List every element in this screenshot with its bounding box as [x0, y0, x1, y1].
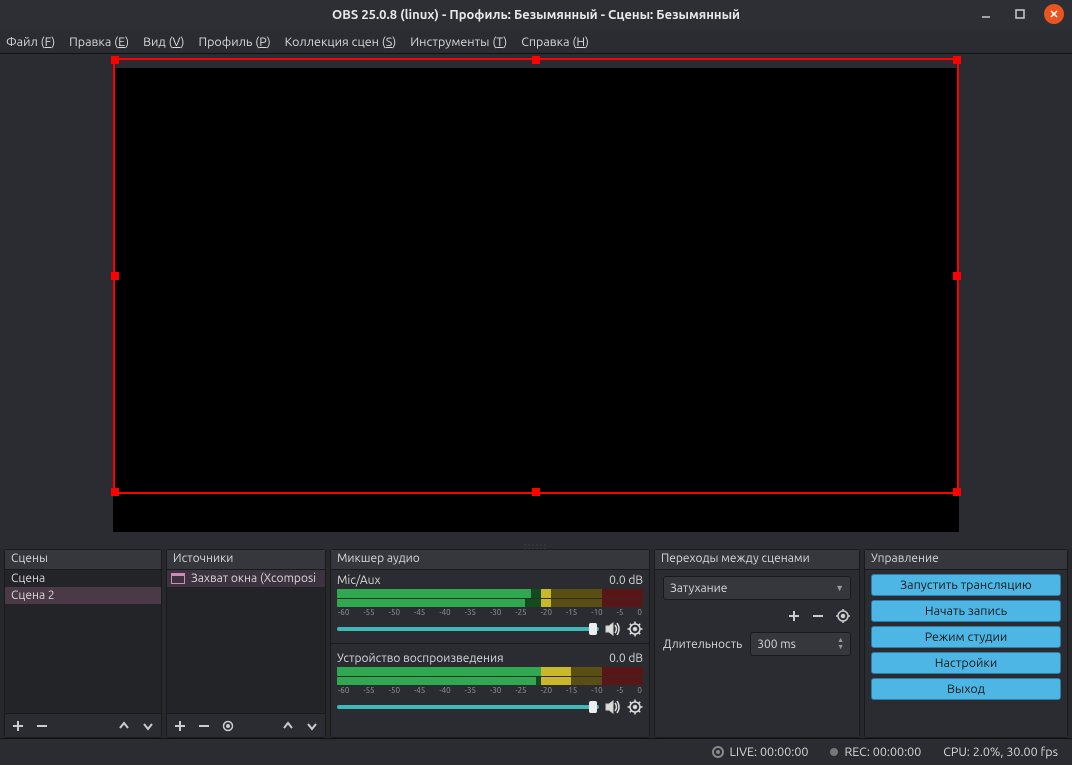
controls-header[interactable]: Управление	[865, 550, 1067, 570]
minimize-button[interactable]	[976, 4, 996, 24]
rec-status: REC: 00:00:00	[830, 745, 921, 759]
titlebar: OBS 25.0.8 (linux) - Профиль: Безымянный…	[0, 0, 1072, 30]
scenes-list[interactable]: Сцена Сцена 2	[5, 570, 161, 713]
preview-area[interactable]	[0, 54, 1072, 544]
controls-body: Запустить трансляцию Начать запись Режим…	[865, 570, 1067, 737]
channel-db: 0.0 dB	[609, 574, 643, 587]
resize-handle-bm[interactable]	[532, 488, 540, 496]
mixer-channel: Mic/Aux 0.0 dB -60-55-50-45-40-35-30-25-20…	[331, 570, 649, 639]
sources-dock: Источники Захват окна (Xcomposi	[166, 549, 326, 738]
cpu-status: CPU: 2.0%, 30.00 fps	[943, 745, 1058, 759]
resize-handle-br[interactable]	[953, 488, 961, 496]
duration-label: Длительность	[663, 638, 742, 651]
menu-help[interactable]: Справка (H)	[521, 35, 589, 49]
gear-icon[interactable]	[627, 699, 643, 715]
window-capture-icon	[171, 573, 185, 584]
resize-handle-tm[interactable]	[532, 56, 540, 64]
maximize-button[interactable]	[1010, 4, 1030, 24]
add-source-button[interactable]	[173, 719, 187, 733]
start-streaming-button[interactable]: Запустить трансляцию	[871, 574, 1061, 596]
resize-handle-mr[interactable]	[953, 272, 961, 280]
add-scene-button[interactable]	[11, 719, 25, 733]
transitions-dock: Переходы между сценами Затухание ▼ Длите…	[654, 549, 860, 738]
menu-view[interactable]: Вид (V)	[143, 35, 184, 49]
menu-profile[interactable]: Профиль (P)	[198, 35, 270, 49]
duration-value: 300 ms	[757, 638, 796, 651]
transition-current: Затухание	[670, 582, 727, 595]
menu-scene-collection[interactable]: Коллекция сцен (S)	[285, 35, 397, 49]
menu-edit[interactable]: Правка (E)	[69, 35, 129, 49]
mixer-body: Mic/Aux 0.0 dB -60-55-50-45-40-35-30-25-20…	[331, 570, 649, 737]
meter-ticks: -60-55-50-45-40-35-30-25-20-15-10-50	[337, 686, 643, 695]
statusbar: LIVE: 00:00:00 REC: 00:00:00 CPU: 2.0%, …	[0, 738, 1072, 765]
menubar: Файл (F) Правка (E) Вид (V) Профиль (P) …	[0, 30, 1072, 54]
remove-source-button[interactable]	[197, 719, 211, 733]
controls-dock: Управление Запустить трансляцию Начать з…	[864, 549, 1068, 738]
add-transition-button[interactable]	[787, 609, 801, 623]
menu-file[interactable]: Файл (F)	[6, 35, 55, 49]
channel-name: Устройство воспроизведения	[337, 652, 504, 665]
sources-header[interactable]: Источники	[167, 550, 325, 570]
volume-slider[interactable]	[337, 705, 599, 709]
source-item[interactable]: Захват окна (Xcomposi	[167, 570, 325, 587]
move-source-up-button[interactable]	[281, 719, 295, 733]
channel-name: Mic/Aux	[337, 574, 381, 587]
sources-list[interactable]: Захват окна (Xcomposi	[167, 570, 325, 713]
transitions-header[interactable]: Переходы между сценами	[655, 550, 859, 570]
move-source-down-button[interactable]	[305, 719, 319, 733]
audio-meter	[337, 589, 643, 607]
speaker-icon[interactable]	[605, 622, 621, 636]
volume-slider[interactable]	[337, 627, 599, 631]
audio-meter	[337, 667, 643, 685]
channel-db: 0.0 dB	[609, 652, 643, 665]
resize-handle-tl[interactable]	[111, 56, 119, 64]
settings-button[interactable]: Настройки	[871, 652, 1061, 674]
scene-item[interactable]: Сцена 2	[5, 587, 161, 604]
remove-scene-button[interactable]	[35, 719, 49, 733]
move-scene-down-button[interactable]	[141, 719, 155, 733]
studio-mode-button[interactable]: Режим студии	[871, 626, 1061, 648]
meter-ticks: -60-55-50-45-40-35-30-25-20-15-10-50	[337, 608, 643, 617]
window-title: OBS 25.0.8 (linux) - Профиль: Безымянный…	[332, 8, 740, 22]
resize-handle-tr[interactable]	[953, 56, 961, 64]
resize-handle-bl[interactable]	[111, 488, 119, 496]
scenes-header[interactable]: Сцены	[5, 550, 161, 570]
start-recording-button[interactable]: Начать запись	[871, 600, 1061, 622]
duration-input[interactable]: 300 ms ▲▼	[750, 632, 851, 656]
transition-select[interactable]: Затухание ▼	[663, 576, 851, 600]
broadcast-icon	[712, 746, 724, 758]
scene-item[interactable]: Сцена	[5, 570, 161, 587]
docks: Сцены Сцена Сцена 2 Источники Захват окн…	[0, 549, 1072, 738]
menu-tools[interactable]: Инструменты (T)	[410, 35, 507, 49]
exit-button[interactable]: Выход	[871, 678, 1061, 700]
mixer-channel: Устройство воспроизведения 0.0 dB -60-55-5…	[331, 648, 649, 717]
spin-arrows-icon[interactable]: ▲▼	[837, 637, 844, 651]
audio-mixer-dock: Микшер аудио Mic/Aux 0.0 dB -60-55-50-45-4…	[330, 549, 650, 738]
source-properties-button[interactable]	[221, 719, 235, 733]
transitions-body: Затухание ▼ Длительность 300 ms ▲▼	[655, 570, 859, 737]
move-scene-up-button[interactable]	[117, 719, 131, 733]
speaker-icon[interactable]	[605, 700, 621, 714]
close-button[interactable]	[1044, 4, 1064, 24]
resize-handle-ml[interactable]	[111, 272, 119, 280]
gear-icon[interactable]	[627, 621, 643, 637]
transition-properties-button[interactable]	[835, 608, 851, 624]
live-status: LIVE: 00:00:00	[712, 745, 809, 759]
mixer-header[interactable]: Микшер аудио	[331, 550, 649, 570]
scenes-dock: Сцены Сцена Сцена 2	[4, 549, 162, 738]
source-label: Захват окна (Xcomposi	[191, 572, 316, 585]
remove-transition-button[interactable]	[811, 609, 825, 623]
selection-outline[interactable]	[113, 58, 959, 494]
chevron-down-icon: ▼	[835, 583, 844, 593]
record-icon	[830, 748, 838, 756]
